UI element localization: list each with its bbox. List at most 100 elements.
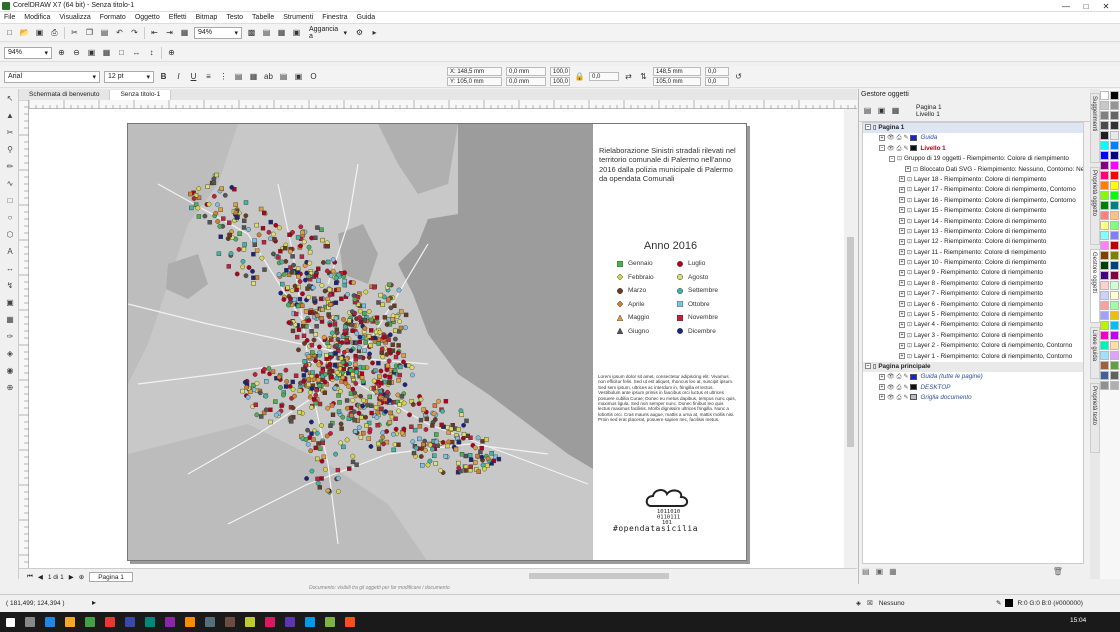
zoom-height-icon[interactable]: ↕: [146, 47, 157, 58]
vertical-scrollbar[interactable]: [844, 109, 857, 568]
palette-swatch[interactable]: [1100, 381, 1109, 390]
undo-icon[interactable]: ↶: [114, 27, 125, 38]
edit-pencil-icon[interactable]: ✎: [903, 372, 908, 382]
palette-swatch[interactable]: [1100, 171, 1109, 180]
y-position-field[interactable]: Y: 105,0 mm: [447, 77, 502, 86]
year-title[interactable]: Anno 2016: [593, 240, 746, 252]
tree-object-row[interactable]: + ⊡ Layer 15 - Riempimento: Colore di riem…: [863, 206, 1083, 216]
tree-object-row[interactable]: + ⊡ Layer 7 - Riempimento: Colore di riemp…: [863, 289, 1083, 299]
outline-pen-icon[interactable]: ✎: [996, 599, 1001, 607]
document-page[interactable]: Rielaborazione Sinistri stradali rilevat…: [127, 123, 747, 561]
printable-icon[interactable]: ⎙: [897, 393, 902, 403]
text-tool-icon[interactable]: A: [4, 247, 16, 259]
palette-swatch[interactable]: [1110, 301, 1119, 310]
tree-object-row[interactable]: + ⊡ Layer 3 - Riempimento: Colore di riemp…: [863, 331, 1083, 341]
palette-swatch[interactable]: [1110, 371, 1119, 380]
palette-swatch[interactable]: [1110, 271, 1119, 280]
print-icon[interactable]: ⎙: [49, 27, 60, 38]
show-rulers-icon[interactable]: ▤: [261, 27, 272, 38]
height-field[interactable]: 0,0 mm: [506, 77, 546, 86]
palette-swatch[interactable]: [1110, 151, 1119, 160]
palette-swatch[interactable]: [1110, 141, 1119, 150]
printable-icon[interactable]: ⎙: [897, 144, 902, 154]
palette-swatch[interactable]: [1110, 321, 1119, 330]
vertical-text-icon[interactable]: ▣: [293, 71, 304, 82]
tree-object-row[interactable]: + 👁 ⎙ ✎ DESKTOP: [863, 383, 1083, 393]
y2-field[interactable]: 105,0 mm: [653, 77, 701, 86]
first-page-icon[interactable]: ⏮: [27, 573, 33, 581]
new-master-layer-icon[interactable]: ▣: [876, 567, 884, 576]
expand-toggle-icon[interactable]: +: [899, 249, 905, 256]
app-icon-b[interactable]: [145, 617, 155, 627]
pct-x-field[interactable]: 0,0: [705, 67, 729, 76]
eyedropper-icon[interactable]: ✑: [4, 332, 16, 344]
tree-object-row[interactable]: + ⊡ Layer 13 - Riempimento: Colore di riem…: [863, 227, 1083, 237]
tab-untitled-1[interactable]: Senza titolo-1: [110, 90, 172, 100]
palette-swatch[interactable]: [1110, 361, 1119, 370]
mirror-vertical-icon[interactable]: ⇅: [638, 71, 649, 82]
app-icon-f[interactable]: [225, 617, 235, 627]
menu-visualizza[interactable]: Visualizza: [59, 14, 90, 21]
mirror-horizontal-icon[interactable]: ⇄: [623, 71, 634, 82]
palette-swatch[interactable]: [1100, 281, 1109, 290]
shape-tool-icon[interactable]: ▲: [4, 111, 16, 123]
underline-icon[interactable]: U: [188, 71, 199, 82]
transparency-tool-icon[interactable]: ▦: [4, 315, 16, 327]
visibility-eye-icon[interactable]: 👁: [887, 133, 895, 143]
play-icon[interactable]: ▸: [92, 598, 96, 607]
expand-toggle-icon[interactable]: +: [879, 384, 885, 391]
map-heading[interactable]: Rielaborazione Sinistri stradali rilevat…: [599, 146, 739, 183]
tree-object-row[interactable]: + 👁 ⎙ ✎ Guida: [863, 133, 1083, 143]
menu-guida[interactable]: Guida: [357, 14, 376, 21]
font-size-select[interactable]: 12 pt ▾: [104, 70, 154, 83]
app-icon-j[interactable]: [305, 617, 315, 627]
new-document-icon[interactable]: □: [4, 27, 15, 38]
palette-swatch[interactable]: [1100, 351, 1109, 360]
tree-object-row[interactable]: + ⊡ Bloccato Dati SVG - Riempimento: Nessu…: [863, 165, 1083, 175]
palette-swatch[interactable]: [1110, 261, 1119, 270]
tab-proprieta-testo[interactable]: Proprietà testo: [1090, 383, 1100, 453]
app-icon-c[interactable]: [165, 617, 175, 627]
tree-object-row[interactable]: − ⊡ Gruppo di 19 oggetti - Riempimento: Co…: [863, 154, 1083, 164]
vertical-ruler[interactable]: [19, 99, 29, 568]
palette-swatch[interactable]: [1100, 301, 1109, 310]
expand-toggle-icon[interactable]: +: [899, 311, 905, 318]
zoom-page-icon[interactable]: □: [116, 47, 127, 58]
pct-y-field[interactable]: 0,0: [705, 77, 729, 86]
font-family-select[interactable]: Arial ▾: [4, 70, 100, 83]
palette-swatch[interactable]: [1100, 261, 1109, 270]
tree-object-row[interactable]: + ⊡ Layer 2 - Riempimento: Colore di riemp…: [863, 341, 1083, 351]
menu-oggetto[interactable]: Oggetto: [135, 14, 160, 21]
palette-swatch[interactable]: [1100, 141, 1109, 150]
task-view-icon[interactable]: [45, 617, 55, 627]
palette-swatch[interactable]: [1110, 291, 1119, 300]
palette-swatch[interactable]: [1110, 221, 1119, 230]
expand-toggle-icon[interactable]: +: [899, 176, 905, 183]
tree-object-row[interactable]: + ⊡ Layer 11 - Riempimento: Colore di riem…: [863, 248, 1083, 258]
expand-toggle-icon[interactable]: +: [899, 217, 905, 224]
show-properties-icon[interactable]: ▤: [862, 105, 873, 116]
menu-tabelle[interactable]: Tabelle: [252, 14, 274, 21]
expand-toggle-icon[interactable]: +: [899, 352, 905, 359]
scale-y-field[interactable]: 100,0: [550, 77, 570, 86]
palette-swatch[interactable]: [1110, 331, 1119, 340]
expand-toggle-icon[interactable]: −: [889, 155, 895, 162]
opendatasicilia-logo[interactable]: 1011010 0110111 101 #opendatasicilia: [593, 484, 746, 560]
expand-toggle-icon[interactable]: +: [899, 280, 905, 287]
palette-swatch[interactable]: [1100, 131, 1109, 140]
zoom-levels-select[interactable]: 94% ▾: [4, 46, 52, 59]
x2-field[interactable]: 148,5 mm: [653, 67, 701, 76]
tree-layer-row[interactable]: − 👁 ⎙ ✎ Livello 1: [863, 144, 1083, 154]
palette-swatch[interactable]: [1110, 181, 1119, 190]
palette-swatch[interactable]: [1100, 161, 1109, 170]
full-screen-icon[interactable]: ▩: [246, 27, 257, 38]
visibility-eye-icon[interactable]: 👁: [887, 383, 895, 393]
edit-pencil-icon[interactable]: ✎: [903, 393, 908, 403]
fill-icon[interactable]: ◈: [856, 599, 861, 607]
search-icon[interactable]: [25, 617, 35, 627]
add-preset-icon[interactable]: ⊕: [166, 47, 177, 58]
palette-swatch[interactable]: [1100, 241, 1109, 250]
drawing-canvas[interactable]: Rielaborazione Sinistri stradali rilevat…: [29, 109, 844, 568]
palette-swatch[interactable]: [1100, 291, 1109, 300]
tree-object-row[interactable]: + ⊡ Layer 1 - Riempimento: Colore di riemp…: [863, 352, 1083, 362]
